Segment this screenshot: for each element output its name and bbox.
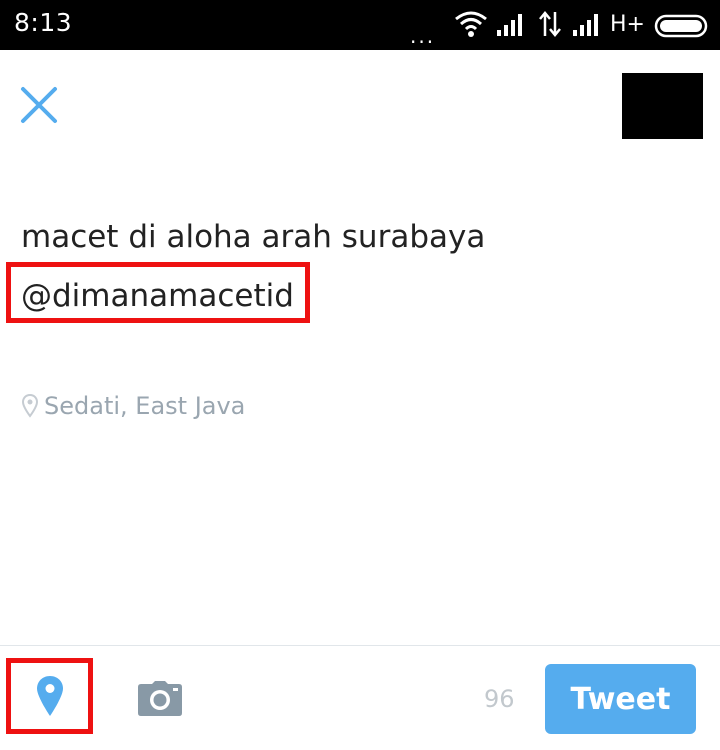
data-transfer-icon <box>538 10 562 42</box>
location-pin-icon <box>22 394 38 418</box>
signal-icon <box>496 10 528 42</box>
signal-icon-2 <box>572 10 604 42</box>
status-time: 8:13 <box>14 8 73 37</box>
tweet-text-line: macet di aloha arah surabaya <box>21 219 486 255</box>
more-dots: ... <box>410 24 436 48</box>
avatar <box>622 73 703 139</box>
location-tag[interactable]: Sedati, East Java <box>22 388 245 424</box>
add-photo-button[interactable] <box>136 680 184 718</box>
toolbar-divider <box>0 645 720 646</box>
status-bar: 8:13 ... H+ <box>0 0 720 50</box>
close-icon <box>21 87 57 123</box>
close-button[interactable] <box>20 86 58 124</box>
location-pin-icon <box>36 676 63 716</box>
wifi-icon <box>454 10 488 44</box>
mention-highlight <box>6 262 310 323</box>
add-location-button[interactable] <box>6 658 93 734</box>
network-type: H+ <box>610 12 645 37</box>
camera-icon <box>138 681 182 716</box>
location-label: Sedati, East Java <box>44 392 246 420</box>
battery-icon <box>654 14 710 42</box>
tweet-button[interactable]: Tweet <box>545 664 696 734</box>
status-icons: ... H+ <box>410 10 710 48</box>
character-counter: 96 <box>484 685 515 713</box>
